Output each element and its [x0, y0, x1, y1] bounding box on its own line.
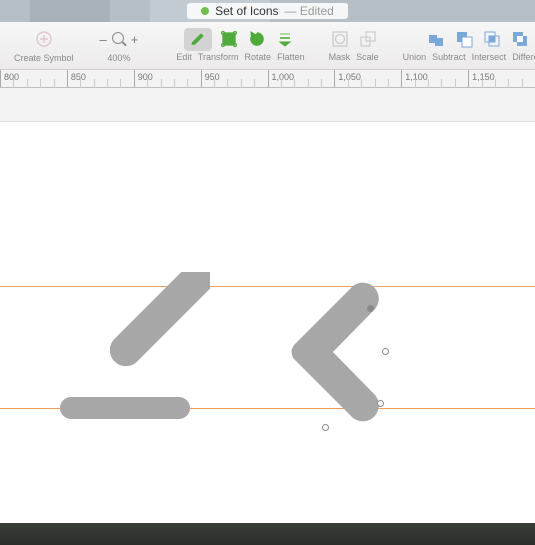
ruler-tick-minor [361, 79, 362, 88]
ruler-tick-minor [508, 79, 509, 88]
scale-button[interactable] [357, 28, 379, 50]
canvas[interactable] [0, 122, 535, 523]
document-proxy-icon [201, 7, 209, 15]
document-state: — Edited [285, 4, 334, 18]
title-bar: Set of Icons — Edited [0, 0, 535, 22]
zoom-group: – + 400% [100, 26, 139, 63]
difference-button[interactable] [509, 28, 531, 50]
zoom-out-button[interactable]: – [100, 32, 107, 47]
ruler-tick-label: 800 [4, 72, 19, 82]
ruler-tick-minor [214, 79, 215, 88]
ruler-tick-major: 1,050 [334, 70, 335, 87]
union-label: Union [403, 52, 427, 62]
ruler-tick-minor [428, 79, 429, 88]
subtract-label: Subtract [432, 52, 466, 62]
create-symbol-group: Create Symbol [14, 26, 74, 63]
shape-chevron-left[interactable] [275, 280, 395, 430]
ruler-tick-minor [415, 79, 416, 88]
rotate-button[interactable] [246, 28, 268, 50]
ruler-tick-label: 900 [138, 72, 153, 82]
window-title: Set of Icons — Edited [187, 3, 348, 19]
ruler-tick-major: 1,150 [468, 70, 469, 87]
flatten-label: Flatten [277, 52, 305, 62]
ruler-tick-minor [107, 79, 108, 88]
ruler-tick-major: 950 [201, 70, 202, 87]
ruler-tick-minor [254, 79, 255, 88]
ruler-tick-major: 1,000 [268, 70, 269, 87]
union-button[interactable] [425, 28, 447, 50]
difference-label: Difference [512, 52, 535, 62]
vector-point-selected[interactable] [367, 305, 374, 312]
ruler-tick-minor [120, 79, 121, 88]
mask-scale-group: Mask Scale [329, 26, 379, 62]
create-symbol-label: Create Symbol [14, 53, 74, 63]
create-symbol-icon[interactable] [33, 28, 55, 50]
vector-point[interactable] [382, 348, 389, 355]
ruler-tick-minor [375, 79, 376, 88]
screenshot-edge-bottom [0, 523, 535, 545]
ruler-tick-minor [13, 79, 14, 88]
ruler-tick-minor [94, 79, 95, 88]
flatten-button[interactable] [274, 28, 296, 50]
mask-label: Mask [329, 52, 351, 62]
horizontal-ruler[interactable]: 8008509009501,0001,0501,1001,1501,200 [0, 70, 535, 88]
ruler-tick-minor [27, 79, 28, 88]
ruler-tick-minor [40, 79, 41, 88]
zoom-level-label: 400% [107, 53, 130, 63]
ruler-tick-minor [161, 79, 162, 88]
toolbar: Create Symbol – + 400% [0, 22, 535, 70]
ruler-tick-minor [147, 79, 148, 88]
transform-button[interactable] [218, 28, 240, 50]
mask-button[interactable] [329, 28, 351, 50]
ruler-tick-minor [54, 79, 55, 88]
ruler-tick-minor [482, 79, 483, 88]
shape-angle-underline[interactable] [30, 272, 210, 432]
ruler-tick-minor [281, 79, 282, 88]
ruler-tick-minor [80, 79, 81, 88]
artboard-margin-top [0, 88, 535, 122]
ruler-tick-major: 1,100 [401, 70, 402, 87]
boolean-ops-group: Union Subtract Intersect Difference [403, 26, 535, 62]
ruler-tick-minor [294, 79, 295, 88]
ruler-tick-major: 800 [0, 70, 1, 87]
edit-button[interactable] [184, 28, 212, 51]
ruler-tick-minor [348, 79, 349, 88]
edit-pencil-icon [187, 28, 209, 50]
edit-label: Edit [176, 52, 192, 62]
ruler-tick-major: 900 [134, 70, 135, 87]
intersect-label: Intersect [472, 52, 507, 62]
ruler-tick-label: 1,100 [405, 72, 428, 82]
ruler-tick-minor [388, 79, 389, 88]
scale-label: Scale [356, 52, 379, 62]
zoom-in-button[interactable]: + [131, 32, 139, 47]
ruler-tick-minor [241, 79, 242, 88]
document-name: Set of Icons [215, 4, 278, 18]
ruler-tick-label: 850 [71, 72, 86, 82]
ruler-tick-minor [495, 79, 496, 88]
ruler-tick-label: 1,000 [272, 72, 295, 82]
ruler-tick-label: 1,050 [338, 72, 361, 82]
vector-point[interactable] [322, 424, 329, 431]
ruler-tick-label: 1,150 [472, 72, 495, 82]
transform-label: Transform [198, 52, 239, 62]
ruler-tick-minor [441, 79, 442, 88]
intersect-button[interactable] [481, 28, 503, 50]
ruler-tick-minor [522, 79, 523, 88]
ruler-tick-minor [227, 79, 228, 88]
ruler-tick-minor [187, 79, 188, 88]
vector-point[interactable] [377, 400, 384, 407]
ruler-tick-minor [174, 79, 175, 88]
ruler-tick-minor [321, 79, 322, 88]
ruler-tick-label: 950 [205, 72, 220, 82]
ruler-tick-minor [308, 79, 309, 88]
ruler-tick-major: 850 [67, 70, 68, 87]
zoom-magnifier-icon[interactable] [111, 31, 127, 47]
rotate-label: Rotate [245, 52, 272, 62]
ruler-tick-minor [455, 79, 456, 88]
path-tools-group: Edit Transform Rotate Flatten [176, 26, 304, 62]
subtract-button[interactable] [453, 28, 475, 50]
